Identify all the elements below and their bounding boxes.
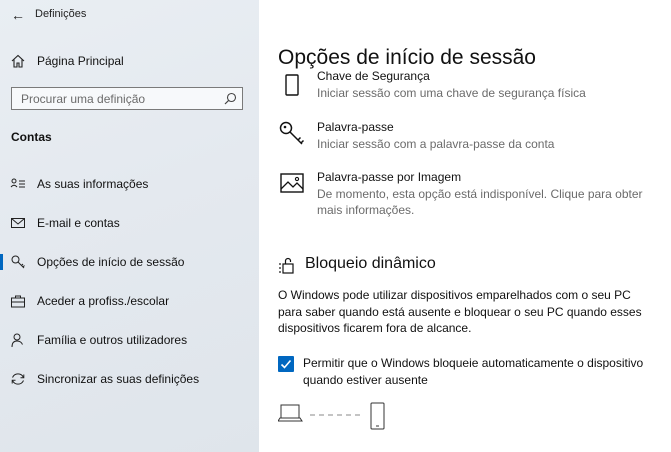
home-label: Página Principal: [37, 54, 124, 68]
dynamic-lock-description: O Windows pode utilizar dispositivos emp…: [278, 288, 642, 335]
sidebar-item-your-info[interactable]: As suas informações: [0, 170, 259, 198]
key-icon: [279, 121, 305, 145]
page-title: Opções de início de sessão: [278, 46, 536, 69]
home-nav-item[interactable]: Página Principal: [0, 48, 259, 74]
title-bar: ← Definições: [0, 0, 259, 30]
sidebar-item-label: As suas informações: [37, 177, 149, 191]
option-title: Palavra-passe por Imagem: [317, 170, 462, 184]
sidebar-item-label: Sincronizar as suas definições: [37, 372, 200, 386]
app-title: Definições: [35, 8, 87, 20]
option-title: Chave de Segurança: [317, 70, 430, 83]
sidebar-item-label: Família e outros utilizadores: [37, 333, 188, 347]
laptop-icon: [278, 404, 303, 422]
section-heading: Contas: [11, 130, 52, 144]
dynamic-lock-heading: Bloqueio dinâmico: [305, 255, 436, 272]
dynamic-lock-checkbox[interactable]: [278, 356, 294, 372]
phone-icon: [370, 402, 385, 430]
sidebar: ← Definições Página Principal Contas As …: [0, 0, 259, 452]
option-description: Iniciar sessão com a palavra-passe da co…: [317, 137, 555, 151]
device-pairing-illustration: [278, 402, 385, 430]
dynamic-lock-header: Bloqueio dinâmico: [278, 252, 578, 278]
sidebar-item-label: Opções de início de sessão: [37, 255, 185, 269]
option-description: De momento, esta opção está indisponível…: [317, 187, 643, 217]
search-input[interactable]: [12, 88, 221, 109]
sidebar-item-sync[interactable]: Sincronizar as suas definições: [0, 365, 259, 393]
sidebar-item-email[interactable]: E-mail e contas: [0, 209, 259, 237]
search-box: [11, 87, 243, 110]
key-icon: [11, 255, 25, 269]
option-description: Iniciar sessão com uma chave de seguranç…: [317, 86, 586, 100]
usb-key-icon: [285, 74, 299, 96]
selection-indicator: [0, 254, 3, 270]
checkmark-icon: [280, 359, 292, 369]
sync-icon: [11, 373, 25, 385]
main-panel: Opções de início de sessão Chave de Segu…: [259, 0, 671, 452]
back-button[interactable]: ←: [8, 5, 28, 25]
home-icon: [11, 54, 25, 68]
option-title: Palavra-passe: [317, 120, 394, 134]
sidebar-item-sign-in-options[interactable]: Opções de início de sessão: [0, 248, 259, 276]
search-icon[interactable]: [224, 92, 237, 105]
person-icon: [11, 333, 23, 348]
sidebar-item-label: Aceder a profiss./escolar: [37, 294, 170, 308]
sidebar-item-work-school[interactable]: Aceder a profiss./escolar: [0, 287, 259, 315]
dynamic-lock-icon: [279, 257, 294, 274]
picture-icon: [280, 173, 304, 193]
person-card-icon: [10, 178, 25, 188]
sidebar-item-family[interactable]: Família e outros utilizadores: [0, 326, 259, 354]
briefcase-icon: [11, 295, 25, 308]
sidebar-item-label: E-mail e contas: [37, 216, 120, 230]
mail-icon: [11, 218, 25, 228]
dynamic-lock-checkbox-label: Permitir que o Windows bloqueie automati…: [303, 356, 644, 387]
